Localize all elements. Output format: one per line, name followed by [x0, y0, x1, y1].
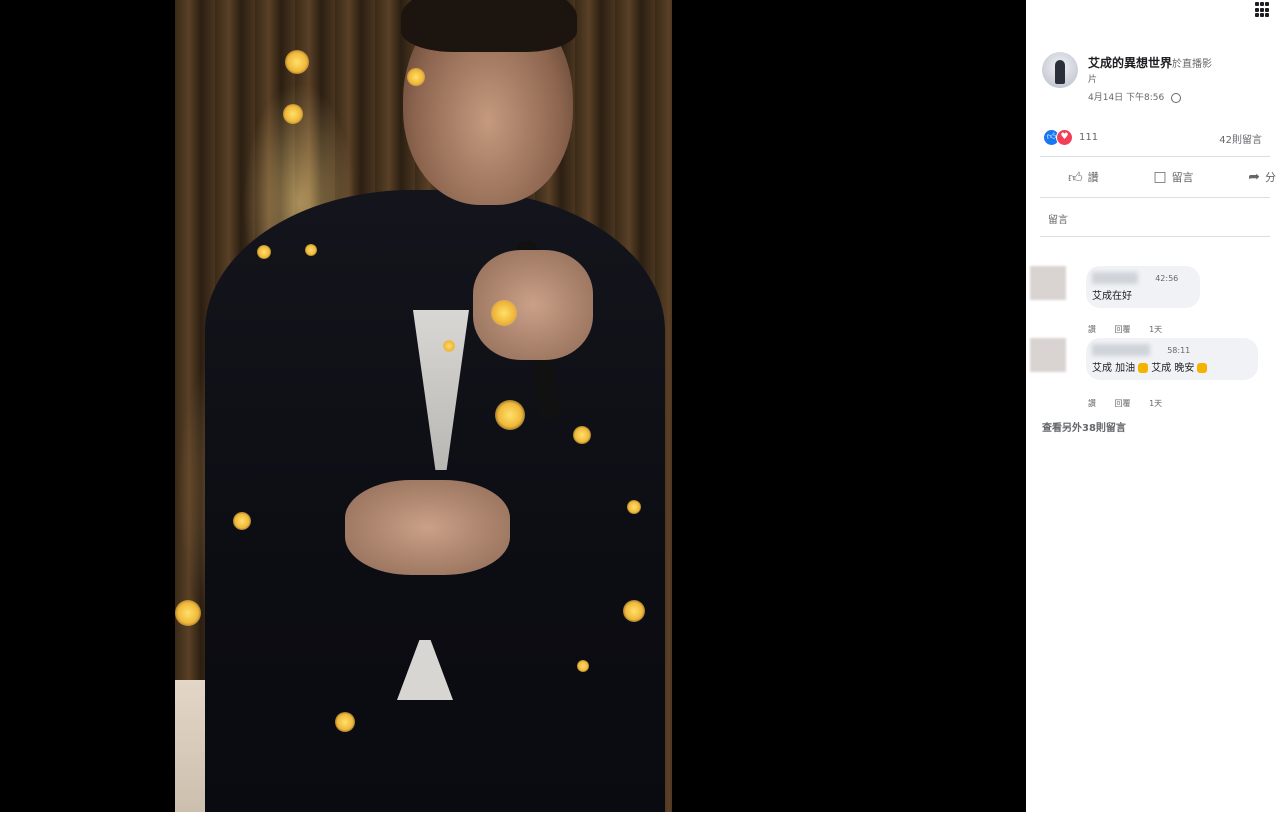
- comment-label: 留言: [1171, 171, 1194, 184]
- comment-reply-link[interactable]: 回覆: [1115, 325, 1131, 334]
- comment-reply-link[interactable]: 回覆: [1115, 399, 1131, 408]
- singer-hand-chest: [345, 480, 510, 575]
- view-more-comments-link[interactable]: 查看另外38則留言: [1042, 419, 1126, 434]
- bokeh-light: [573, 426, 591, 444]
- bokeh-light: [285, 50, 309, 74]
- media-viewer: [0, 0, 1026, 812]
- commenter-avatar[interactable]: [1030, 338, 1066, 372]
- heart-icon: ♥: [1056, 128, 1073, 146]
- reaction-count: 111: [1079, 131, 1099, 143]
- comment-item: 58:11 艾成 加油 艾成 晚安 讚 回覆 1天: [1030, 338, 1280, 412]
- bokeh-light: [407, 68, 425, 86]
- bokeh-light: [443, 340, 455, 352]
- page-name-text[interactable]: 艾成的異想世界: [1088, 56, 1172, 70]
- bokeh-light: [305, 244, 317, 256]
- page-avatar[interactable]: [1042, 52, 1078, 88]
- comment-like-link[interactable]: 讚: [1088, 399, 1096, 408]
- comment-count[interactable]: 42則留言: [1219, 131, 1262, 146]
- comment-timestamp-link[interactable]: 42:56: [1155, 274, 1178, 283]
- comment-bubble: 58:11 艾成 加油 艾成 晚安: [1086, 338, 1258, 380]
- reaction-summary[interactable]: 👍︎ ♥ 111: [1043, 128, 1099, 146]
- comment-text: 艾成 加油 艾成 晚安: [1092, 359, 1248, 374]
- timestamp-text[interactable]: 4月14日 下午8:56: [1088, 93, 1164, 103]
- comment-like-link[interactable]: 讚: [1088, 325, 1096, 334]
- divider: [1040, 236, 1270, 237]
- bokeh-light: [283, 104, 303, 124]
- comment-time[interactable]: 1天: [1149, 325, 1162, 334]
- like-button[interactable]: 👍︎ 讚: [1040, 169, 1113, 186]
- comment-time[interactable]: 1天: [1149, 399, 1162, 408]
- commenter-name[interactable]: [1092, 344, 1150, 356]
- divider: [1040, 156, 1270, 157]
- bokeh-light: [335, 712, 355, 732]
- commenter-name[interactable]: [1092, 272, 1138, 284]
- grid-icon[interactable]: [1255, 2, 1271, 18]
- post-actions: 👍︎ 讚 □ 留言 ➦ 分: [1040, 162, 1276, 192]
- globe-icon: [1171, 92, 1182, 103]
- singer-hair: [401, 0, 577, 52]
- post-timestamp: 4月14日 下午8:56: [1088, 90, 1182, 103]
- thumbs-up-icon: 👍︎: [1068, 169, 1083, 186]
- comment-button[interactable]: □ 留言: [1125, 169, 1207, 185]
- comment-text-part: 艾成 晚安: [1151, 363, 1195, 374]
- bokeh-light: [577, 660, 589, 672]
- bokeh-light: [627, 500, 641, 514]
- bokeh-light: [233, 512, 251, 530]
- comment-text: 艾成在好: [1092, 291, 1132, 302]
- comment-bubble: 42:56 艾成在好: [1086, 266, 1200, 308]
- page-name-extra: 於直播影: [1172, 59, 1213, 70]
- share-label: 分: [1264, 171, 1276, 184]
- singer-hand-mic: [473, 250, 593, 360]
- divider: [1040, 197, 1270, 198]
- video-frame[interactable]: [175, 0, 672, 812]
- bokeh-light: [495, 400, 525, 430]
- comment-text-part: 艾成 加油: [1092, 363, 1136, 374]
- speech-bubble-icon: □: [1153, 169, 1167, 185]
- bokeh-light: [175, 600, 201, 626]
- comments-sort-label[interactable]: 留言: [1048, 211, 1068, 226]
- like-label: 讚: [1087, 171, 1099, 184]
- share-button[interactable]: ➦ 分: [1220, 169, 1276, 185]
- post-subline: 片: [1088, 75, 1098, 85]
- share-arrow-icon: ➦: [1248, 169, 1260, 185]
- crown-emoji-icon: [1138, 363, 1149, 373]
- comment-meta: 讚 回覆 1天: [1088, 324, 1178, 335]
- post-side-panel: 艾成的異想世界於直播影 片 4月14日 下午8:56 👍︎ ♥ 111 42則留…: [1026, 0, 1282, 818]
- bokeh-light: [491, 300, 517, 326]
- shield-emoji-icon: [1197, 363, 1208, 373]
- comment-meta: 讚 回覆 1天: [1088, 398, 1178, 409]
- comment-timestamp-link[interactable]: 58:11: [1167, 346, 1190, 355]
- commenter-avatar[interactable]: [1030, 266, 1066, 300]
- bokeh-light: [257, 245, 271, 259]
- comment-item: 42:56 艾成在好 讚 回覆 1天: [1030, 266, 1280, 336]
- bokeh-light: [623, 600, 645, 622]
- page-name[interactable]: 艾成的異想世界於直播影: [1088, 54, 1212, 71]
